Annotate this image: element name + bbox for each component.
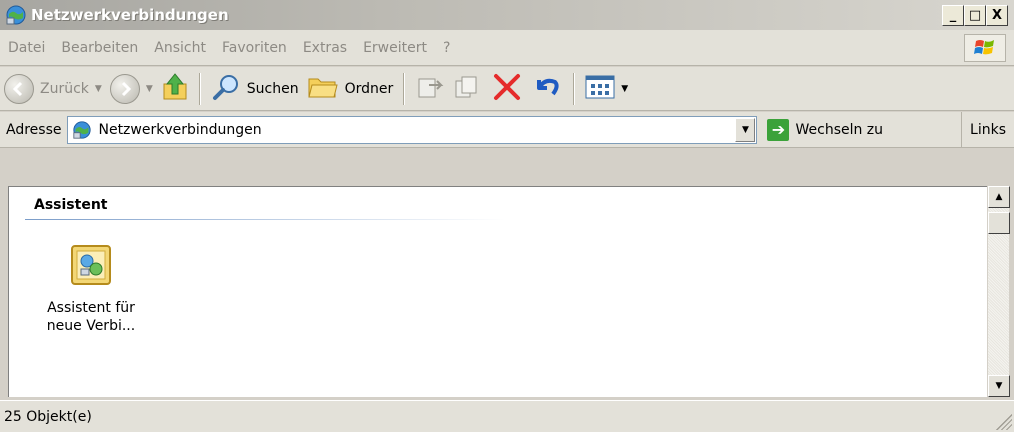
toolbar-separator [403, 72, 406, 105]
views-grid-icon [585, 74, 615, 104]
network-globe-icon [72, 120, 92, 140]
go-button[interactable]: ➔ Wechseln zu [767, 118, 884, 141]
copy-to-button[interactable] [449, 69, 487, 109]
close-button[interactable]: X [986, 5, 1008, 26]
address-field[interactable]: Netzwerkverbindungen ▼ [67, 115, 758, 144]
title-bar: Netzwerkverbindungen _ □ X [0, 0, 1014, 30]
file-view[interactable]: Assistent Assistent für neue Verbi... [8, 186, 987, 397]
group-divider [25, 219, 505, 220]
links-button[interactable]: Links [961, 112, 1014, 148]
move-to-icon [415, 73, 445, 105]
search-label: Suchen [246, 80, 299, 97]
back-button[interactable]: Zurück ▼ [0, 69, 106, 109]
minimize-button[interactable]: _ [942, 5, 964, 26]
copy-to-icon [453, 73, 483, 105]
address-label: Adresse [6, 121, 62, 138]
window-controls: _ □ X [942, 5, 1008, 26]
menu-extras[interactable]: Extras [295, 40, 355, 56]
menu-erweitert[interactable]: Erweitert [355, 40, 435, 56]
undo-button[interactable] [527, 69, 567, 109]
folder-icon [307, 73, 339, 105]
back-dropdown-icon[interactable]: ▼ [95, 84, 102, 94]
wizard-icon [69, 243, 113, 289]
status-bar: 25 Objekt(e) [0, 400, 1014, 432]
folders-label: Ordner [344, 80, 394, 97]
menu-ansicht[interactable]: Ansicht [146, 40, 214, 56]
search-button[interactable]: Suchen [207, 69, 303, 109]
window-title: Netzwerkverbindungen [31, 6, 229, 24]
forward-dropdown-icon[interactable]: ▼ [146, 84, 153, 94]
status-text: 25 Objekt(e) [4, 408, 92, 425]
undo-icon [531, 72, 563, 106]
group-header: Assistent [34, 197, 108, 213]
back-label: Zurück [40, 80, 89, 97]
up-folder-button[interactable] [157, 69, 193, 109]
maximize-button[interactable]: □ [964, 5, 986, 26]
menu-favoriten[interactable]: Favoriten [214, 40, 295, 56]
item-label-line1: Assistent für [47, 300, 135, 316]
back-arrow-icon [4, 73, 34, 104]
toolbar-separator [573, 72, 576, 105]
folders-button[interactable]: Ordner [303, 69, 398, 109]
resize-grip-icon[interactable] [996, 414, 1012, 430]
toolbar: Zurück ▼ ▼ Suchen Ordner ▼ [0, 67, 1014, 111]
network-globe-icon [5, 4, 27, 26]
address-dropdown-button[interactable]: ▼ [735, 117, 756, 142]
scroll-thumb[interactable] [988, 212, 1010, 234]
move-to-button[interactable] [411, 69, 449, 109]
menu-bearbeiten[interactable]: Bearbeiten [53, 40, 146, 56]
delete-x-icon [491, 72, 523, 106]
folder-up-icon [161, 72, 189, 106]
views-button[interactable]: ▼ [581, 69, 632, 109]
go-label: Wechseln zu [795, 121, 884, 138]
views-dropdown-icon[interactable]: ▼ [621, 84, 628, 94]
new-connection-wizard-item[interactable]: Assistent für neue Verbi... [31, 243, 151, 335]
item-label-line2: neue Verbi... [46, 318, 136, 334]
search-icon [211, 72, 241, 106]
address-value: Netzwerkverbindungen [98, 121, 262, 138]
delete-button[interactable] [487, 69, 527, 109]
forward-button[interactable]: ▼ [106, 69, 157, 109]
toolbar-separator [198, 72, 201, 105]
menu-datei[interactable]: Datei [0, 40, 53, 56]
address-bar: Adresse Netzwerkverbindungen ▼ ➔ Wechsel… [0, 112, 1014, 148]
menu-help[interactable]: ? [435, 40, 458, 56]
windows-logo-icon [964, 34, 1006, 62]
vertical-scrollbar[interactable]: ▲ ▼ [987, 186, 1010, 397]
scroll-up-button[interactable]: ▲ [988, 186, 1010, 208]
forward-arrow-icon [109, 73, 140, 104]
go-arrow-icon: ➔ [767, 118, 790, 141]
scroll-down-button[interactable]: ▼ [988, 375, 1010, 397]
menu-bar: Datei Bearbeiten Ansicht Favoriten Extra… [0, 30, 1014, 66]
